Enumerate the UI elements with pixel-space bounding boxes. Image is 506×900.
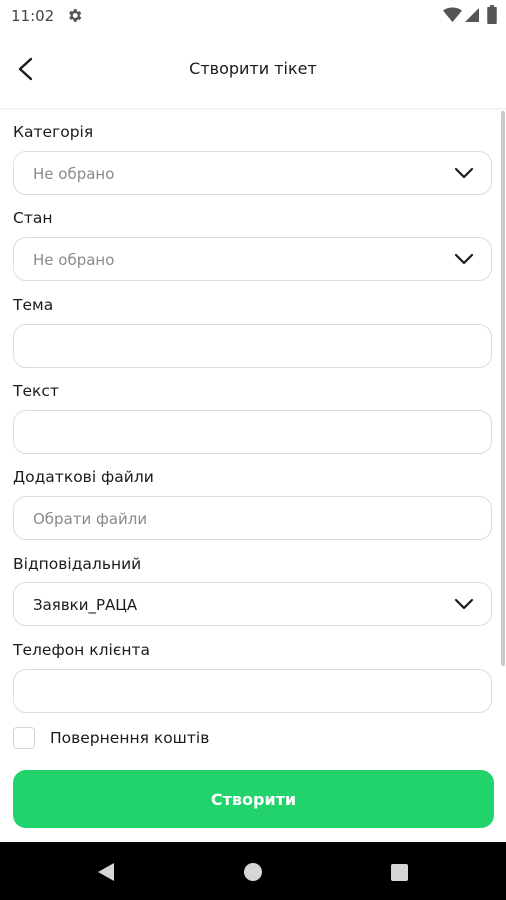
client-phone-label: Телефон клієнта xyxy=(13,641,150,659)
files-picker[interactable]: Обрати файли xyxy=(13,496,492,540)
chevron-down-icon xyxy=(454,598,474,610)
system-nav-bar xyxy=(0,842,506,900)
battery-icon xyxy=(487,5,497,24)
status-time: 11:02 xyxy=(11,7,55,25)
state-placeholder: Не обрано xyxy=(33,251,115,269)
subject-label: Тема xyxy=(13,296,54,314)
responsible-label: Відповідальний xyxy=(13,555,142,573)
nav-home-icon[interactable] xyxy=(244,863,262,881)
state-label: Стан xyxy=(13,209,53,227)
text-input[interactable] xyxy=(13,410,492,454)
responsible-value: Заявки_РАЦА xyxy=(33,596,138,614)
state-select[interactable]: Не обрано xyxy=(13,237,492,281)
refund-checkbox[interactable] xyxy=(13,727,35,749)
chevron-down-icon xyxy=(454,253,474,265)
chevron-down-icon xyxy=(454,167,474,179)
scrollbar[interactable] xyxy=(501,111,505,666)
category-label: Категорія xyxy=(13,123,94,141)
text-label: Текст xyxy=(13,382,59,400)
subject-input[interactable] xyxy=(13,324,492,368)
app-bar: Створити тікет xyxy=(0,32,506,109)
create-button[interactable]: Створити xyxy=(13,770,494,828)
responsible-select[interactable]: Заявки_РАЦА xyxy=(13,582,492,626)
refund-label: Повернення коштів xyxy=(50,729,210,747)
client-phone-input[interactable] xyxy=(13,669,492,713)
status-bar: 11:02 xyxy=(0,0,506,32)
files-label: Додаткові файли xyxy=(13,468,154,486)
category-select[interactable]: Не обрано xyxy=(13,151,492,195)
category-placeholder: Не обрано xyxy=(33,165,115,183)
signal-icon xyxy=(465,8,479,22)
nav-recents-icon[interactable] xyxy=(391,864,408,881)
page-title: Створити тікет xyxy=(189,59,317,78)
wifi-icon xyxy=(443,7,462,23)
gear-icon xyxy=(69,9,82,22)
nav-back-icon[interactable] xyxy=(97,862,115,882)
files-placeholder: Обрати файли xyxy=(33,510,148,528)
